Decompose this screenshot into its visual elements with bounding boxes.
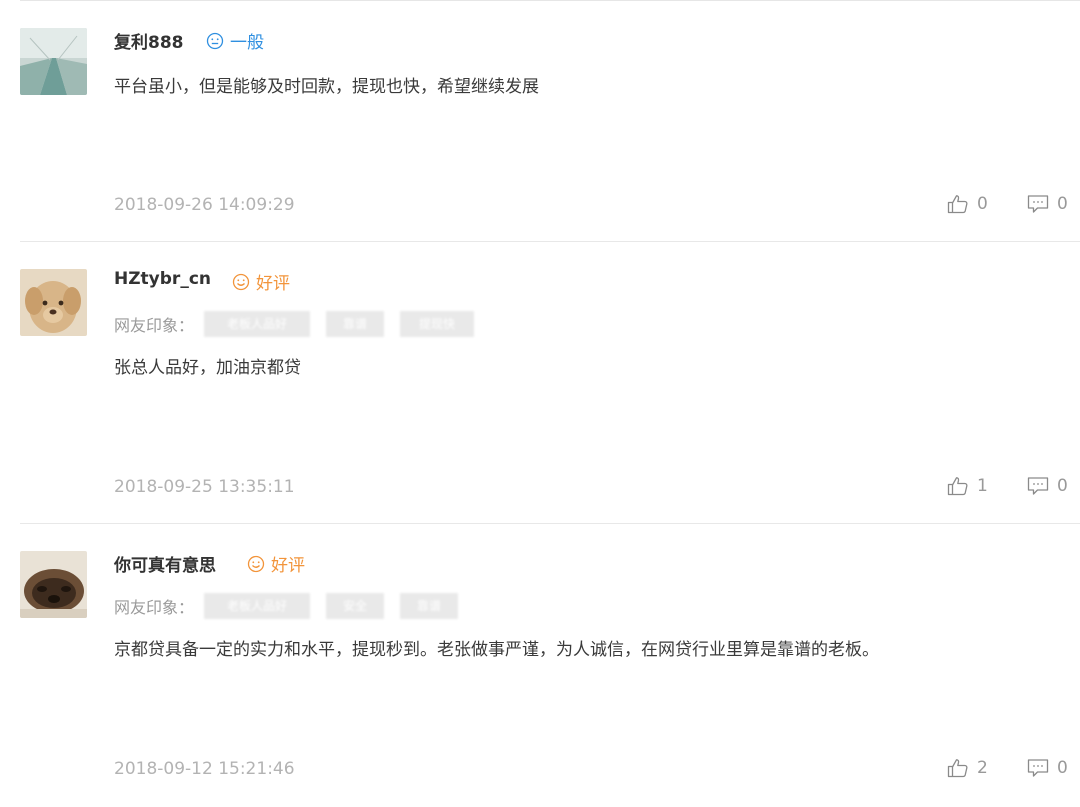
rating-badge: 好评: [247, 551, 305, 576]
reply-button[interactable]: 0: [1027, 476, 1068, 496]
impression-row: 网友印象： 老板人品好 靠谱 提现快: [114, 311, 490, 337]
like-button[interactable]: 2: [947, 758, 988, 778]
avatar[interactable]: [20, 28, 87, 95]
rating-label: 好评: [271, 556, 305, 576]
reply-button[interactable]: 0: [1027, 758, 1068, 778]
smiley-face-icon: [232, 273, 250, 290]
impression-tag[interactable]: 靠谱: [326, 311, 385, 337]
impression-tag[interactable]: 靠谱: [400, 593, 459, 619]
reply-count: 0: [1057, 758, 1068, 778]
comment-text: 平台虽小，但是能够及时回款，提现也快，希望继续发展: [114, 77, 539, 97]
timestamp: 2018-09-26 14:09:29: [114, 195, 295, 215]
rating-label: 好评: [256, 274, 290, 294]
rating-badge: 好评: [232, 269, 290, 294]
avatar[interactable]: [20, 551, 87, 618]
rating-label: 一般: [230, 33, 264, 53]
smiley-face-icon: [247, 555, 265, 572]
like-count: 0: [977, 194, 988, 214]
comment-bubble-icon: [1027, 477, 1049, 495]
username[interactable]: 复利888: [114, 28, 184, 53]
divider: [20, 241, 1080, 242]
comment-bubble-icon: [1027, 759, 1049, 777]
avatar[interactable]: [20, 269, 87, 336]
smiley-face-icon: [206, 32, 224, 49]
comment-text: 张总人品好，加油京都贷: [114, 358, 301, 378]
impression-label: 网友印象：: [114, 598, 195, 617]
impression-label: 网友印象：: [114, 316, 195, 335]
divider: [20, 0, 1080, 1]
timestamp: 2018-09-12 15:21:46: [114, 759, 295, 779]
reply-count: 0: [1057, 194, 1068, 214]
username[interactable]: 你可真有意思: [114, 551, 216, 576]
thumbs-up-icon: [947, 477, 968, 496]
avatar-image: [20, 28, 87, 95]
comment-list: 复利888 一般 平台虽小，但是能够及时回款，提现也快，希望继续发展 2018-…: [0, 0, 1080, 807]
like-count: 2: [977, 758, 988, 778]
reply-button[interactable]: 0: [1027, 194, 1068, 214]
thumbs-up-icon: [947, 759, 968, 778]
username[interactable]: HZtybr_cn: [114, 269, 211, 289]
thumbs-up-icon: [947, 195, 968, 214]
like-button[interactable]: 1: [947, 476, 988, 496]
timestamp: 2018-09-25 13:35:11: [114, 477, 295, 497]
rating-badge: 一般: [206, 28, 264, 53]
like-button[interactable]: 0: [947, 194, 988, 214]
impression-tag[interactable]: 安全: [326, 593, 385, 619]
impression-tag[interactable]: 老板人品好: [204, 311, 311, 337]
divider: [20, 523, 1080, 524]
avatar-image: [20, 269, 87, 336]
impression-tag[interactable]: 老板人品好: [204, 593, 311, 619]
impression-tag[interactable]: 提现快: [400, 311, 475, 337]
avatar-image: [20, 551, 87, 618]
comment-text: 京都贷具备一定的实力和水平，提现秒到。老张做事严谨，为人诚信，在网贷行业里算是靠…: [114, 640, 879, 660]
impression-row: 网友印象： 老板人品好 安全 靠谱: [114, 593, 474, 619]
comment-bubble-icon: [1027, 195, 1049, 213]
reply-count: 0: [1057, 476, 1068, 496]
like-count: 1: [977, 476, 988, 496]
